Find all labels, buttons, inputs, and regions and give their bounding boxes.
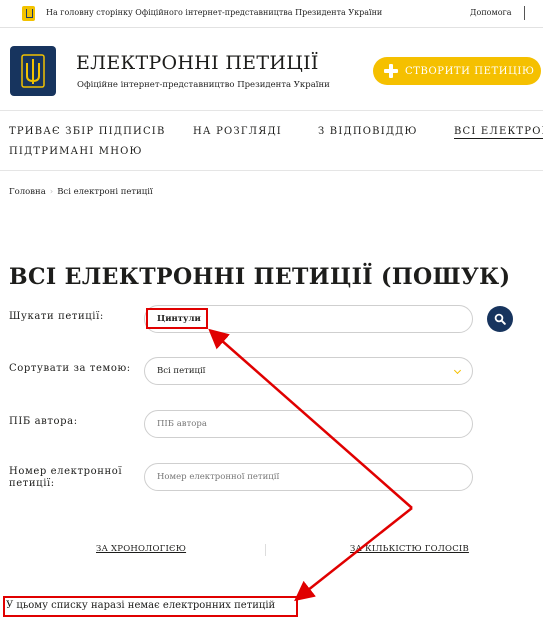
annotation-arrow-to-search xyxy=(208,328,413,509)
annotation-arrow-to-message xyxy=(294,507,413,602)
annotation-arrows xyxy=(208,328,413,602)
